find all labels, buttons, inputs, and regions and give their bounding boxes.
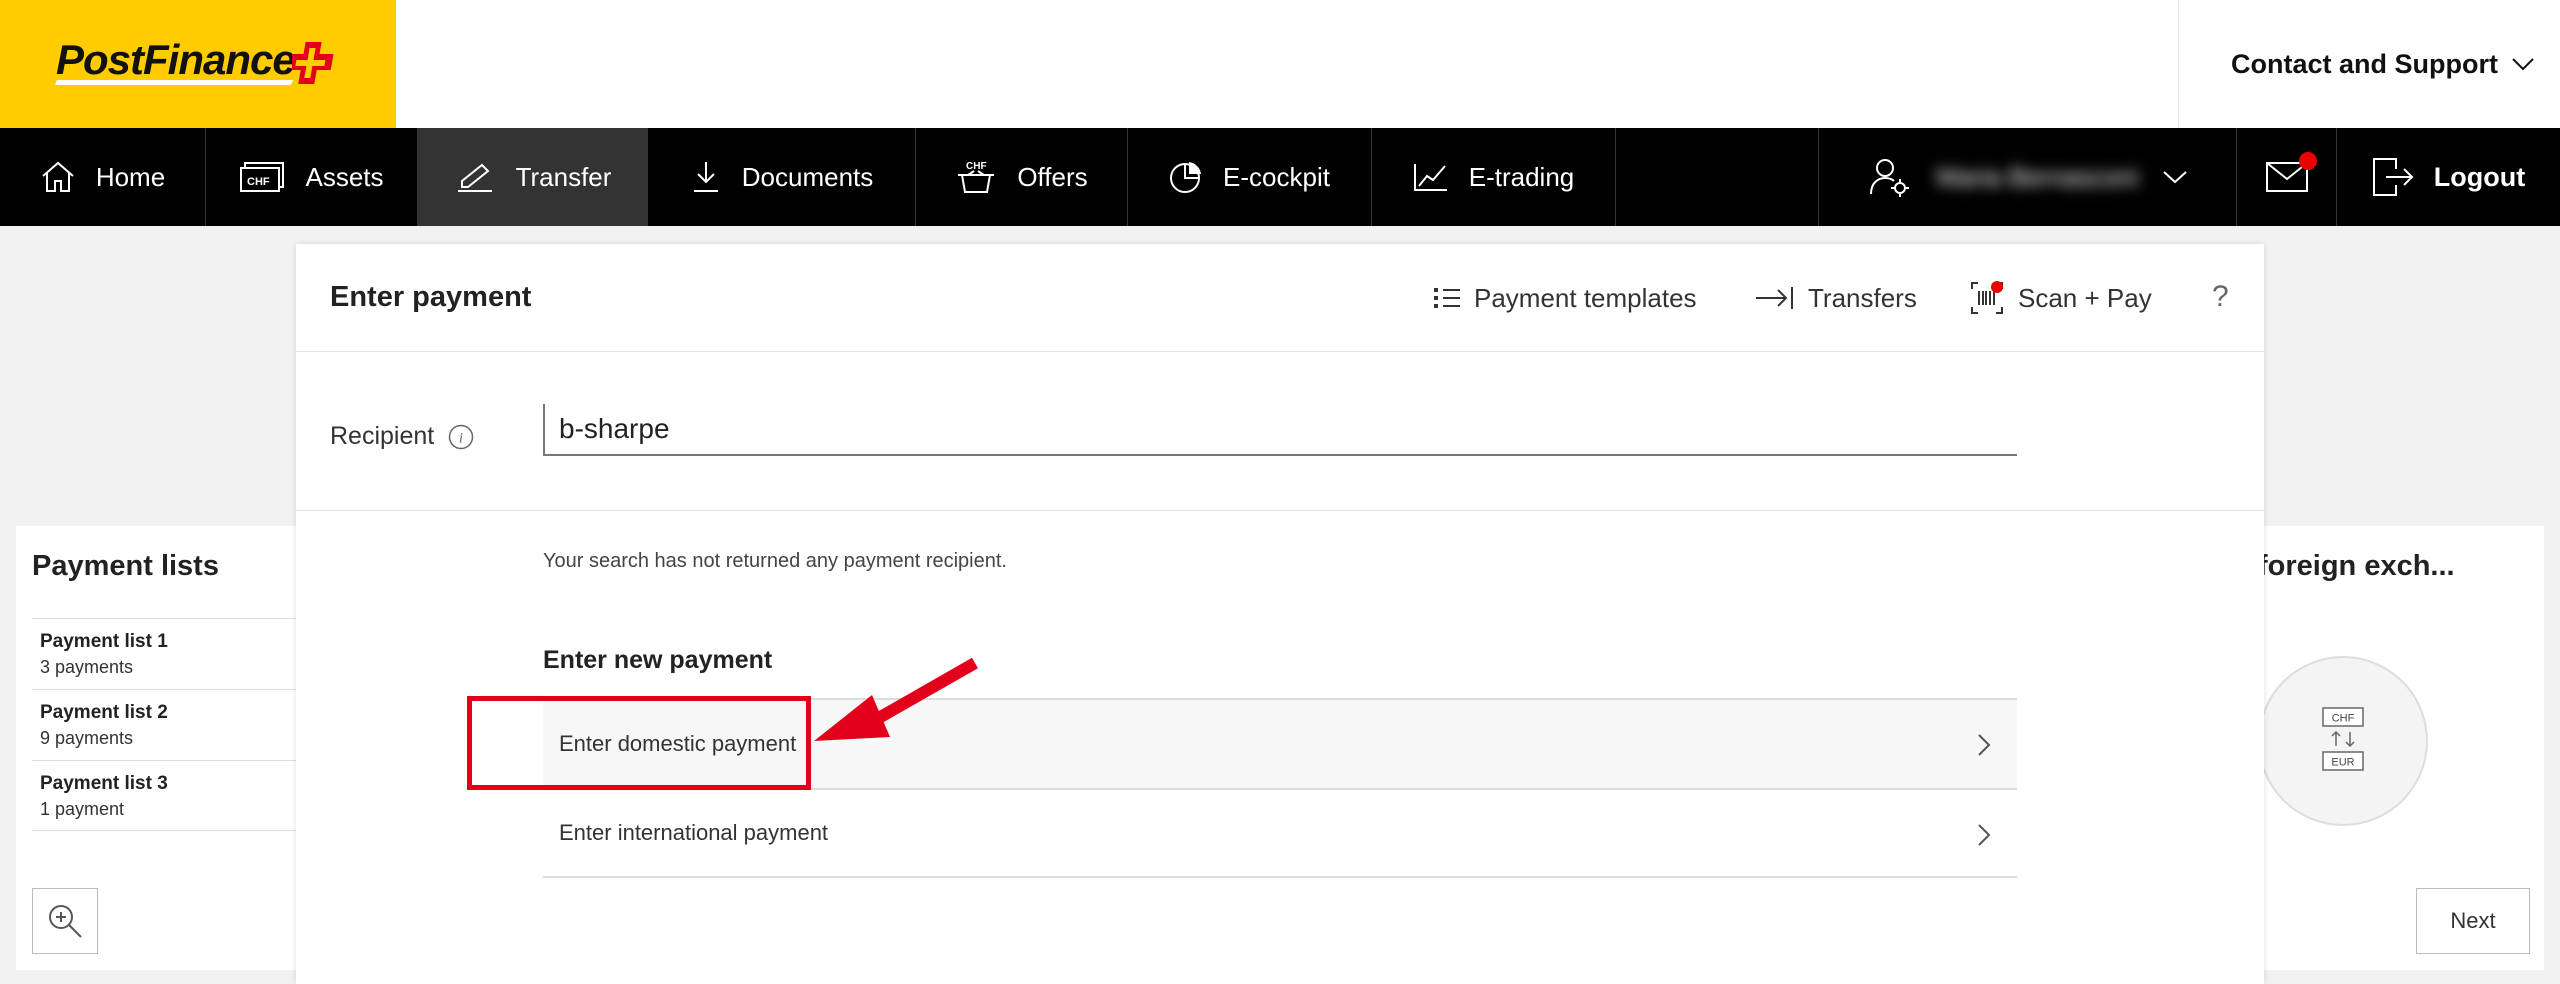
barcode-scan-icon: [1971, 281, 2003, 314]
panel-title: Payment lists: [32, 550, 219, 582]
annotation-arrow-icon: [814, 657, 978, 741]
nav-item-label: Documents: [741, 161, 874, 192]
svg-text:CHF: CHF: [247, 176, 270, 188]
logout-button[interactable]: Logout: [2336, 128, 2560, 226]
top-header: PostFinance Contact and Support: [0, 0, 2560, 128]
divider: [296, 510, 2264, 511]
payment-templates-label: Payment templates: [1474, 282, 1697, 313]
no-result-message: Your search has not returned any payment…: [543, 550, 1007, 572]
foreign-exchange-panel: foreign exch... CHF EUR Next: [2250, 526, 2544, 970]
nav-item-ecockpit[interactable]: E-cockpit: [1128, 128, 1372, 226]
logout-label: Logout: [2433, 161, 2526, 192]
option-label: Enter international payment: [559, 820, 829, 845]
nav-item-label: E-cockpit: [1223, 161, 1330, 192]
nav-item-assets[interactable]: CHF Assets: [206, 128, 418, 226]
list-item-title: Payment list 1: [40, 631, 168, 652]
currency-exchange-button[interactable]: CHF EUR: [2258, 656, 2428, 826]
payment-lists-panel: Payment lists Payment list 1 3 payments …: [16, 526, 316, 970]
logo-underline: [55, 80, 293, 85]
unread-badge: [2299, 152, 2317, 170]
list-item-count: 1 payment: [40, 799, 125, 819]
swiss-cross-icon: [292, 42, 334, 84]
currency-exchange-icon: CHF EUR: [2322, 707, 2364, 771]
zoom-in-icon: [49, 905, 82, 938]
list-icon: [1434, 288, 1460, 308]
nav-item-transfer[interactable]: Transfer: [418, 128, 648, 226]
transfer-pen-icon: [457, 163, 492, 192]
nav-item-label: Offers: [1017, 161, 1088, 192]
nav-item-documents[interactable]: Documents: [648, 128, 916, 226]
main-navigation: Home CHF Assets Transfer Documents CHF O…: [0, 128, 2560, 226]
zoom-in-button[interactable]: [32, 888, 98, 954]
list-item-count: 3 payments: [40, 657, 134, 677]
payment-list: Payment list 1 3 payments Payment list 2…: [32, 618, 316, 831]
scan-pay-label: Scan + Pay: [2018, 282, 2152, 313]
line-chart-icon: [1413, 164, 1447, 191]
transfers-button[interactable]: Transfers: [1754, 244, 1917, 352]
enter-payment-dialog: Enter payment Payment templates Transfer…: [296, 244, 2264, 984]
nav-item-label: E-trading: [1468, 161, 1575, 192]
nav-item-label: Transfer: [515, 161, 612, 192]
list-item[interactable]: Payment list 1 3 payments: [32, 618, 316, 689]
pie-chart-icon: [1170, 162, 1202, 193]
chevron-right-icon: [1978, 824, 1991, 846]
chf-card-icon: CHF: [240, 162, 285, 192]
nav-item-home[interactable]: Home: [0, 128, 206, 226]
logout-icon: [2372, 158, 2414, 196]
svg-text:i: i: [459, 430, 463, 446]
chevron-down-icon: [2512, 58, 2534, 71]
enter-international-payment-option[interactable]: Enter international payment: [543, 788, 2017, 878]
user-menu-button[interactable]: Maria Bernasconi: [1818, 128, 2236, 226]
contact-support-label: Contact and Support: [2231, 48, 2498, 79]
list-item[interactable]: Payment list 2 9 payments: [32, 689, 316, 760]
annotation-highlight-box: [467, 696, 811, 790]
messages-button[interactable]: [2236, 128, 2336, 226]
transfers-label: Transfers: [1808, 282, 1917, 313]
svg-text:CHF: CHF: [966, 161, 987, 172]
download-icon: [693, 162, 718, 192]
list-item-title: Payment list 2: [40, 702, 168, 723]
nav-item-etrading[interactable]: E-trading: [1372, 128, 1616, 226]
chevron-down-icon: [2162, 171, 2187, 184]
help-button[interactable]: ?: [2212, 280, 2229, 314]
contact-support-button[interactable]: Contact and Support: [2178, 0, 2560, 128]
fx-bottom-currency: EUR: [2331, 757, 2354, 769]
list-item-title: Payment list 3: [40, 773, 168, 794]
home-icon: [42, 161, 74, 192]
nav-item-offers[interactable]: CHF Offers: [916, 128, 1128, 226]
nav-item-label: Home: [95, 161, 166, 192]
panel-title: foreign exch...: [2258, 550, 2455, 582]
arrow-to-bar-icon: [1756, 287, 1793, 309]
list-item-count: 9 payments: [40, 728, 134, 748]
next-button[interactable]: Next: [2416, 888, 2530, 954]
chevron-right-icon: [1978, 734, 1991, 756]
info-icon[interactable]: i: [448, 424, 474, 450]
logo-text: PostFinance: [56, 36, 296, 83]
new-payment-heading: Enter new payment: [543, 646, 773, 674]
nav-item-label: Assets: [305, 161, 384, 192]
scan-pay-button[interactable]: Scan + Pay: [1970, 244, 2152, 352]
user-name: Maria Bernasconi: [1936, 161, 2139, 192]
recipient-label-text: Recipient: [330, 422, 435, 450]
dialog-header: Enter payment Payment templates Transfer…: [296, 244, 2264, 352]
fx-top-currency: CHF: [2332, 713, 2355, 725]
list-item[interactable]: Payment list 3 1 payment: [32, 760, 316, 831]
page-title: Enter payment: [330, 281, 532, 313]
user-settings-icon: [1870, 159, 1910, 197]
chf-basket-icon: CHF: [958, 161, 995, 193]
payment-templates-button[interactable]: Payment templates: [1434, 244, 1697, 352]
postfinance-logo[interactable]: PostFinance: [0, 0, 396, 128]
recipient-label: Recipient i: [330, 422, 474, 451]
recipient-input[interactable]: [543, 404, 2017, 456]
